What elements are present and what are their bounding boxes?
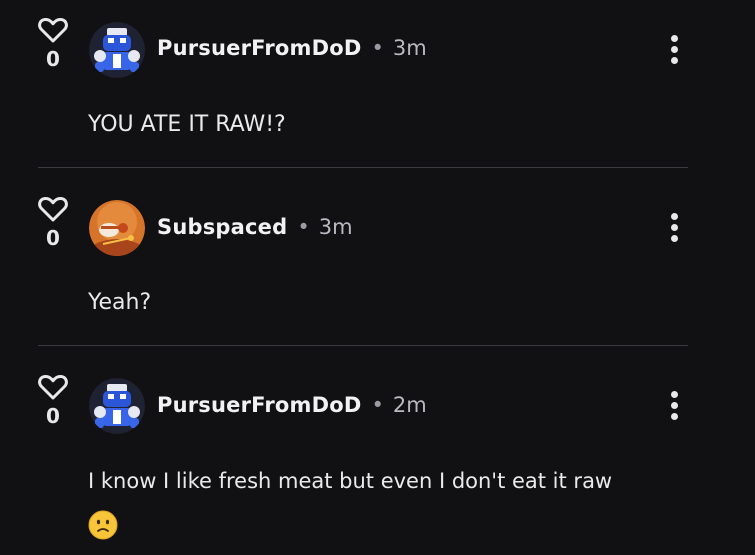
orange-character-avatar-icon [89,200,145,256]
meta-separator: • [297,215,310,239]
username[interactable]: PursuerFromDoD [157,393,362,417]
comment-text: Yeah? [88,290,152,315]
avatar[interactable] [89,22,145,78]
dot [670,235,678,242]
dot [670,46,678,53]
username[interactable]: Subspaced [157,215,287,239]
heart-icon[interactable] [38,196,68,222]
like-control[interactable]: 0 [36,17,70,69]
like-control[interactable]: 0 [36,196,70,248]
meta-separator: • [371,393,384,417]
dot [670,413,678,420]
more-options-button[interactable] [664,35,684,71]
dot [670,224,678,231]
dot [670,57,678,64]
divider [38,167,688,168]
comment-meta: PursuerFromDoD • 2m [157,392,427,418]
robot-avatar-icon [89,378,145,434]
dot [670,402,678,409]
comment-text: I know I like fresh meat but even I don'… [88,469,613,493]
timestamp: 3m [318,215,353,239]
dot [670,35,678,42]
robot-avatar-icon [89,22,145,78]
heart-icon[interactable] [38,374,68,400]
like-count: 0 [46,404,60,428]
dot [670,391,678,398]
like-count: 0 [46,47,60,71]
more-options-button[interactable] [664,391,684,427]
like-count: 0 [46,226,60,250]
comment-meta: Subspaced • 3m [157,214,353,240]
comment-thread: 0 PursuerFromDoD • 3m YOU ATE IT RAW!? 0… [0,0,755,555]
avatar[interactable] [89,200,145,256]
more-options-button[interactable] [664,213,684,249]
comment-text: YOU ATE IT RAW!? [88,112,286,137]
dot [670,213,678,220]
divider [38,345,688,346]
timestamp: 2m [392,393,427,417]
like-control[interactable]: 0 [36,374,70,426]
meta-separator: • [371,36,384,60]
username[interactable]: PursuerFromDoD [157,36,362,60]
heart-icon[interactable] [38,17,68,43]
comment-meta: PursuerFromDoD • 3m [157,35,427,61]
avatar[interactable] [89,378,145,434]
timestamp: 3m [392,36,427,60]
worried-face-emoji [88,510,118,540]
